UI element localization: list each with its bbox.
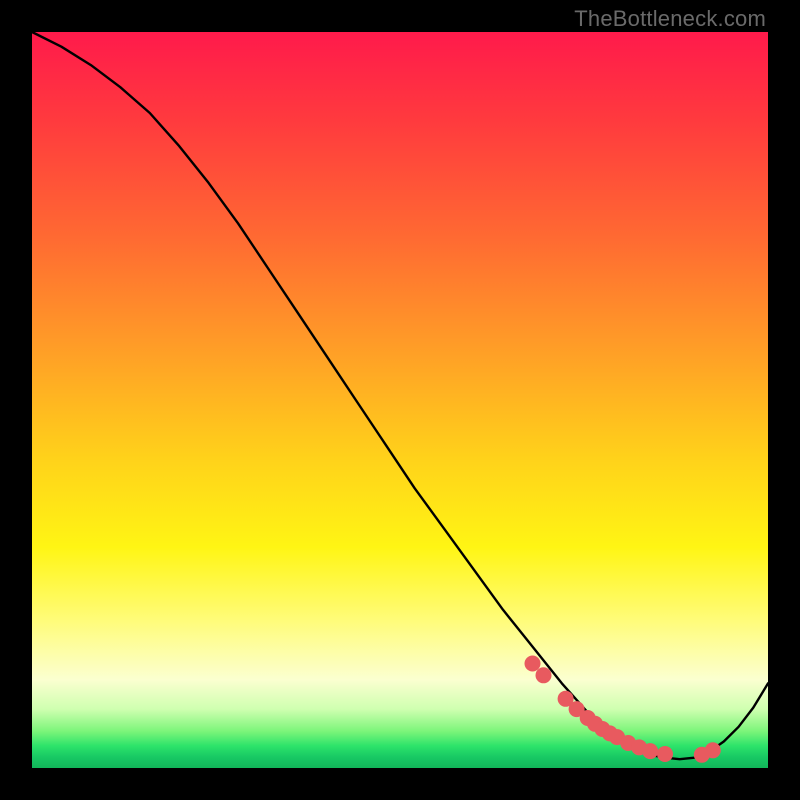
highlight-dot bbox=[536, 667, 552, 683]
curve-svg bbox=[32, 32, 768, 768]
highlight-dot bbox=[657, 746, 673, 762]
watermark-text: TheBottleneck.com bbox=[574, 6, 766, 32]
plot-area bbox=[32, 32, 768, 768]
highlight-dot bbox=[705, 742, 721, 758]
highlight-dot bbox=[525, 656, 541, 672]
highlight-dot bbox=[642, 743, 658, 759]
chart-frame: TheBottleneck.com bbox=[0, 0, 800, 800]
bottleneck-curve bbox=[32, 32, 768, 759]
